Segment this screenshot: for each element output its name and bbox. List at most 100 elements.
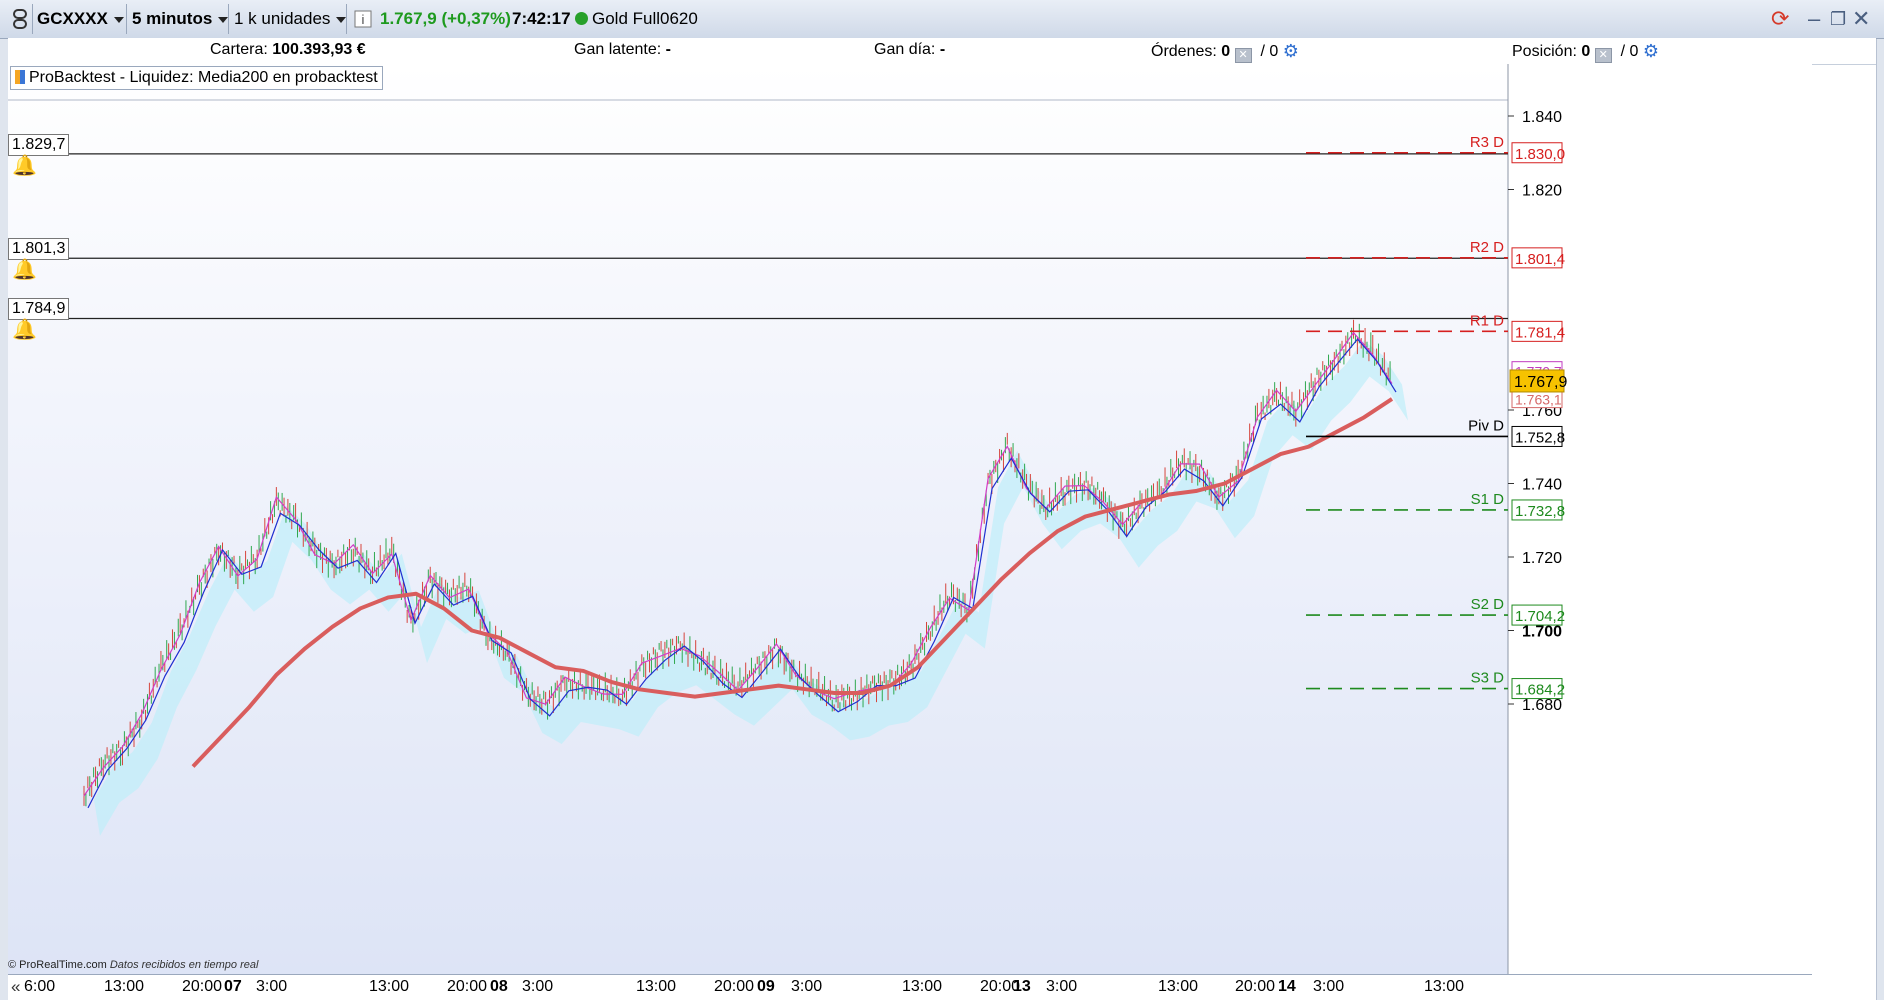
- account-status-bar: Cartera: 100.393,93 € Gan latente: - Gan…: [8, 38, 1876, 65]
- sync-icon[interactable]: ⟳: [1771, 6, 1789, 32]
- y-tick-label: 1.740: [1522, 477, 1562, 494]
- close-position-icon[interactable]: ✕: [1594, 48, 1612, 63]
- chevron-down-icon: [336, 16, 347, 23]
- gear-icon[interactable]: ⚙: [1283, 41, 1299, 61]
- symbol-selector[interactable]: GCXXXX: [37, 6, 124, 32]
- link-icon[interactable]: [12, 6, 28, 32]
- minimize-icon[interactable]: –: [1808, 6, 1820, 32]
- data-credit: © ProRealTime.com Datos recibidos en tie…: [8, 959, 258, 971]
- time-tick-label: 14: [1278, 978, 1296, 995]
- time-tick-label: 13: [1013, 978, 1031, 995]
- pivot-price-label: 1.830,0: [1515, 146, 1565, 163]
- units-selector[interactable]: 1 k unidades: [234, 6, 347, 32]
- pivot-name: S2 D: [1471, 596, 1505, 613]
- clock-time: 7:42:17: [512, 9, 571, 28]
- alert-label[interactable]: 1.784,9: [8, 298, 70, 320]
- alert-label[interactable]: 1.801,3: [8, 238, 70, 260]
- time-tick-label: 3:00: [256, 978, 288, 995]
- y-tick-label: 1.700: [1522, 624, 1562, 641]
- y-tick-label: 1.680: [1522, 697, 1562, 714]
- cartera-label: Cartera:: [210, 41, 268, 58]
- price-chart[interactable]: 1.840 1.820 1.760 1.740 1.720 1.700 1.680 R3 D1…: [8, 64, 1812, 974]
- cancel-orders-icon[interactable]: ✕: [1234, 48, 1252, 63]
- pivot-price-label: 1.781,4: [1515, 324, 1565, 341]
- pivot-price-label: 1.684,2: [1515, 682, 1565, 699]
- gan-latente-field: Gan latente: -: [574, 41, 671, 59]
- pivot-name: R2 D: [1470, 239, 1504, 256]
- time-tick-label: 3:00: [522, 978, 554, 995]
- close-icon[interactable]: ✕: [1852, 6, 1870, 32]
- bell-icon[interactable]: 🔔: [12, 320, 37, 340]
- symbol-label: GCXXXX: [37, 9, 108, 28]
- gan-latente-value: -: [665, 41, 671, 58]
- strategy-legend[interactable]: ProBacktest - Liquidez: Media200 en prob…: [10, 66, 383, 90]
- info-icon[interactable]: i: [354, 6, 372, 32]
- bell-icon[interactable]: 🔔: [12, 156, 37, 176]
- y-tick-label: 1.840: [1522, 109, 1562, 126]
- legend-text: ProBacktest - Liquidez: Media200 en prob…: [29, 69, 378, 86]
- ichimoku-cloud: [94, 340, 1408, 836]
- time-tick-label: 20:00: [182, 978, 223, 995]
- top-toolbar: GCXXXX 5 minutos 1 k unidades i 1.767,9 …: [0, 0, 1884, 39]
- credit-note: Datos recibidos en tiempo real: [109, 959, 259, 971]
- y-tick-label: 1.820: [1522, 183, 1562, 200]
- time-tick-label: 3:00: [791, 978, 823, 995]
- pivot-price-label: 1.732,8: [1515, 503, 1565, 520]
- ordenes-total: / 0: [1260, 43, 1279, 60]
- gan-dia-label: Gan día:: [874, 41, 936, 58]
- ordenes-label: Órdenes:: [1151, 43, 1217, 60]
- separator: [228, 4, 229, 34]
- pivot-price-label: 1.752,8: [1515, 429, 1565, 446]
- ordenes-count: 0: [1221, 43, 1231, 60]
- time-tick-label: 3:00: [1046, 978, 1078, 995]
- pivot-price-label: 1.704,2: [1515, 608, 1565, 625]
- time-tick-label: 08: [490, 978, 508, 995]
- alert-label[interactable]: 1.829,7: [8, 134, 70, 156]
- instrument-name: Gold Full0620: [592, 9, 698, 28]
- time-tick-label: 13:00: [1158, 978, 1199, 995]
- right-edge-strip: [1876, 38, 1884, 1000]
- separator: [126, 4, 127, 34]
- bell-icon[interactable]: 🔔: [12, 260, 37, 280]
- chart-canvas[interactable]: 1.8401.8201.7601.7401.7201.7001.680R3 D1…: [8, 64, 1812, 974]
- chevron-down-icon: [113, 16, 124, 23]
- pivot-name: Piv D: [1468, 417, 1504, 434]
- pivot-name: S3 D: [1471, 670, 1505, 687]
- time-tick-label: 09: [757, 978, 775, 995]
- y-tick-label: 1.720: [1522, 550, 1562, 567]
- pivot-name: R1 D: [1470, 312, 1504, 329]
- posicion-total: / 0: [1620, 43, 1639, 60]
- credit-site: © ProRealTime.com: [8, 959, 107, 971]
- tenkan-line: [87, 338, 1397, 809]
- status-dot-icon: [575, 12, 588, 25]
- gear-icon[interactable]: ⚙: [1643, 41, 1659, 61]
- time-axis[interactable]: « 6:00 13:00 20:00 07 3:00 13:00 20:00 08 3:00 13…: [8, 974, 1812, 1001]
- cartera-field: Cartera: 100.393,93 €: [210, 41, 366, 59]
- time-tick-label: 6:00: [24, 978, 56, 995]
- restore-icon[interactable]: ❐: [1830, 6, 1846, 32]
- price-change: 1.767,9 (+0,37%): [380, 9, 511, 28]
- time-tick-label: 07: [224, 978, 242, 995]
- gan-dia-field: Gan día: -: [874, 41, 945, 59]
- time-tick-label: 20:00: [447, 978, 488, 995]
- ordenes-field: Órdenes: 0 ✕ / 0 ⚙: [1151, 41, 1299, 63]
- posicion-field: Posición: 0 ✕ / 0 ⚙: [1512, 41, 1659, 63]
- posicion-label: Posición:: [1512, 43, 1577, 60]
- instrument-status: Gold Full0620: [575, 6, 698, 32]
- gan-latente-label: Gan latente:: [574, 41, 662, 58]
- separator: [346, 4, 347, 34]
- units-label: 1 k unidades: [234, 9, 331, 28]
- svg-text:i: i: [362, 12, 365, 27]
- current-price-label: 1.767,9: [1514, 374, 1567, 391]
- time-tick-label: 13:00: [1424, 978, 1465, 995]
- timeframe-selector[interactable]: 5 minutos: [132, 6, 229, 32]
- time-tick-label: 20:00: [1235, 978, 1276, 995]
- gan-dia-value: -: [939, 41, 946, 58]
- scroll-left-icon[interactable]: «: [11, 977, 20, 997]
- pivot-price-label: 1.801,4: [1515, 251, 1565, 268]
- time-tick-label: 13:00: [636, 978, 677, 995]
- posicion-count: 0: [1581, 43, 1591, 60]
- time-tick-label: 13:00: [902, 978, 943, 995]
- separator: [32, 4, 33, 34]
- cartera-value: 100.393,93 €: [272, 41, 366, 58]
